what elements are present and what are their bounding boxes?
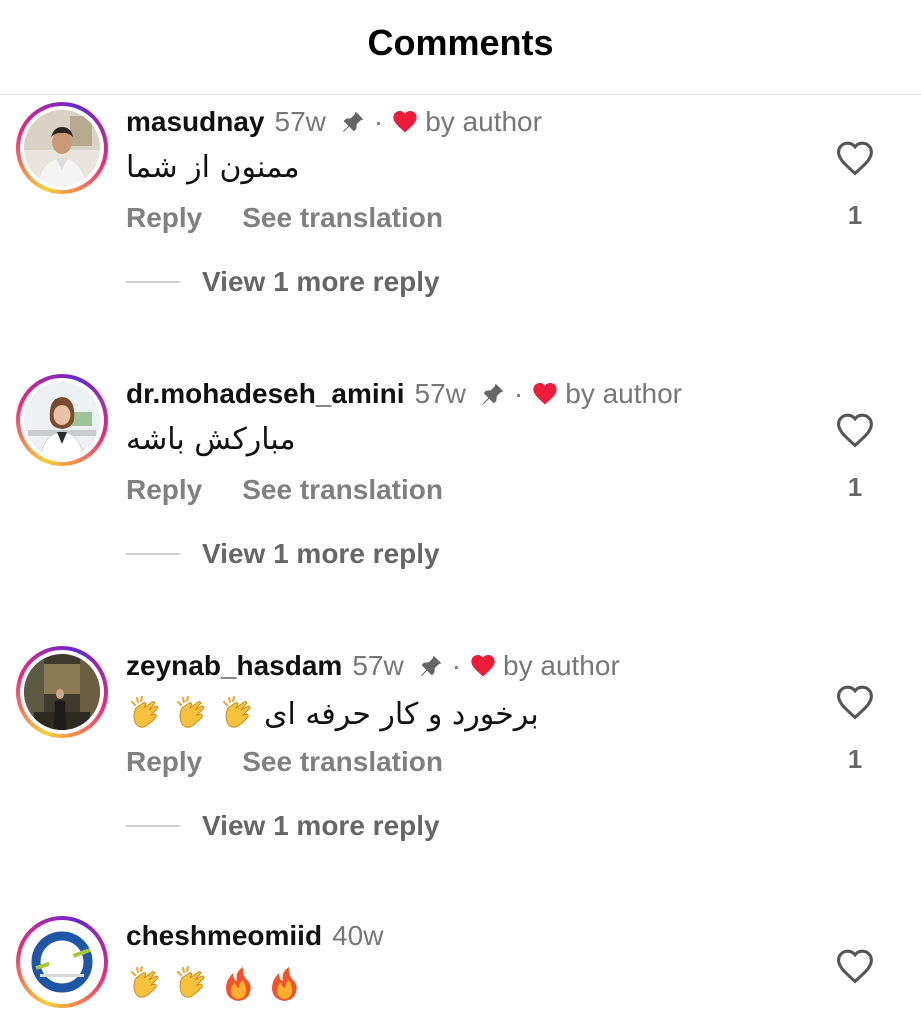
comments-header: Comments (0, 0, 921, 95)
timestamp: 40w (332, 920, 384, 951)
clapping-hands-emoji (126, 964, 166, 1004)
comment-actions: Reply See translation (126, 474, 443, 506)
view-more-replies-button[interactable]: View 1 more reply (126, 806, 440, 846)
comments-sheet: Comments masudnay 57w · by author ممنون … (0, 0, 921, 1024)
separator-dot: · (513, 378, 524, 409)
timestamp: 57w (352, 650, 404, 681)
red-heart-icon (531, 380, 559, 408)
username[interactable]: masudnay (126, 106, 265, 138)
avatar (24, 654, 100, 730)
username[interactable]: cheshmeomiid (126, 920, 322, 952)
clapping-hands-emoji (172, 694, 212, 734)
avatar-story-ring[interactable] (16, 646, 108, 738)
view-more-label: View 1 more reply (202, 266, 440, 297)
clapping-hands-emoji (126, 694, 166, 734)
pin-icon (340, 109, 366, 135)
fire-emoji (218, 964, 258, 1004)
page-title: Comments (367, 22, 554, 63)
red-heart-icon (469, 652, 497, 680)
separator-dot: · (451, 650, 462, 681)
divider (126, 281, 180, 283)
see-translation-button[interactable]: See translation (242, 474, 443, 506)
by-author-label: by author (503, 650, 620, 681)
avatar (24, 382, 100, 458)
view-more-label: View 1 more reply (202, 538, 440, 569)
comment-text: برخورد و کار حرفه ای (126, 694, 539, 734)
comment-text: مبارکش باشه (126, 422, 296, 457)
avatar-story-ring[interactable] (16, 102, 108, 194)
comment-actions: Reply See translation (126, 202, 443, 234)
comment-meta: dr.mohadeseh_amini 57w · by author (126, 374, 682, 414)
divider (126, 825, 180, 827)
comment-meta: cheshmeomiid 40w (126, 916, 383, 956)
comment-actions: Reply See translation (126, 746, 443, 778)
avatar-story-ring[interactable] (16, 916, 108, 1008)
like-control: 1 (834, 138, 876, 231)
separator-dot: · (373, 106, 384, 137)
fire-emoji (264, 964, 304, 1004)
username[interactable]: dr.mohadeseh_amini (126, 378, 405, 410)
red-heart-icon (391, 108, 419, 136)
avatar (24, 110, 100, 186)
like-count: 1 (847, 744, 863, 774)
avatar-story-ring[interactable] (16, 374, 108, 466)
username[interactable]: zeynab_hasdam (126, 650, 342, 682)
comment-meta: masudnay 57w · by author (126, 102, 542, 142)
like-control: 1 (834, 682, 876, 775)
emoji-group (126, 964, 310, 1004)
pin-icon (418, 653, 444, 679)
by-author-label: by author (425, 106, 542, 137)
comment-text (126, 964, 310, 1012)
emoji-group (126, 694, 264, 734)
view-more-replies-button[interactable]: View 1 more reply (126, 534, 440, 574)
see-translation-button[interactable]: See translation (242, 746, 443, 778)
timestamp: 57w (414, 378, 466, 409)
view-more-replies-button[interactable]: View 1 more reply (126, 262, 440, 302)
like-count: 1 (847, 472, 863, 502)
reply-button[interactable]: Reply (126, 746, 202, 778)
clapping-hands-emoji (172, 964, 212, 1004)
view-more-label: View 1 more reply (202, 810, 440, 841)
clapping-hands-emoji (218, 694, 258, 734)
like-control (834, 946, 876, 984)
by-author-label: by author (565, 378, 682, 409)
reply-button[interactable]: Reply (126, 474, 202, 506)
avatar (24, 924, 100, 1000)
comment-meta: zeynab_hasdam 57w · by author (126, 646, 620, 686)
heart-outline-icon[interactable] (834, 946, 876, 984)
like-control: 1 (834, 410, 876, 503)
pin-icon (480, 381, 506, 407)
like-count: 1 (847, 200, 863, 230)
timestamp: 57w (274, 106, 326, 137)
comment-text-label: برخورد و کار حرفه ای (264, 696, 539, 732)
heart-outline-icon[interactable] (834, 138, 876, 176)
divider (126, 553, 180, 555)
comment-text: ممنون از شما (126, 150, 300, 185)
heart-outline-icon[interactable] (834, 682, 876, 720)
reply-button[interactable]: Reply (126, 202, 202, 234)
heart-outline-icon[interactable] (834, 410, 876, 448)
see-translation-button[interactable]: See translation (242, 202, 443, 234)
